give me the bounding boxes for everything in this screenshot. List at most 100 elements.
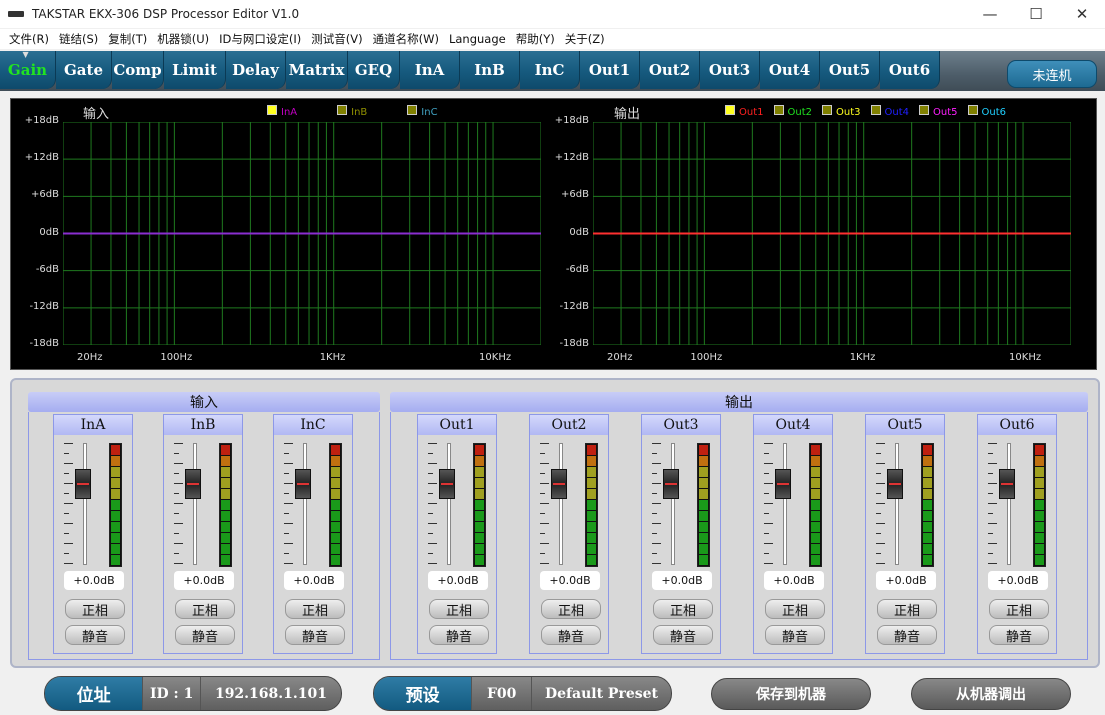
fader-track[interactable] bbox=[1007, 443, 1011, 565]
out-legend-item[interactable]: Out3 bbox=[822, 105, 861, 118]
phase-button[interactable]: 正相 bbox=[653, 599, 713, 619]
gain-value-field[interactable]: +0.0dB bbox=[284, 571, 344, 590]
gain-value-field[interactable]: +0.0dB bbox=[876, 571, 936, 590]
menu-help[interactable]: 帮助(Y) bbox=[511, 31, 560, 47]
fader-track[interactable] bbox=[447, 443, 451, 565]
out-legend-item[interactable]: Out1 bbox=[725, 105, 764, 118]
tab-inb[interactable]: InB bbox=[460, 51, 520, 89]
tab-matrix[interactable]: Matrix bbox=[286, 51, 348, 89]
menu-id-network[interactable]: ID与网口设定(I) bbox=[214, 31, 306, 47]
save-to-device-button[interactable]: 保存到机器 bbox=[711, 678, 871, 710]
mute-button[interactable]: 静音 bbox=[877, 625, 937, 645]
tab-limit[interactable]: Limit bbox=[164, 51, 226, 89]
tab-gain[interactable]: ▼ Gain bbox=[0, 50, 56, 89]
menu-copy[interactable]: 复制(T) bbox=[103, 31, 152, 47]
tab-ina[interactable]: InA bbox=[400, 51, 460, 89]
tab-inc[interactable]: InC bbox=[520, 51, 580, 89]
legend-checkbox[interactable] bbox=[773, 105, 784, 115]
in-legend-item[interactable]: InC bbox=[407, 105, 438, 118]
input-response-graph[interactable] bbox=[63, 122, 541, 345]
fader-track[interactable] bbox=[193, 443, 197, 565]
tab-delay[interactable]: Delay bbox=[226, 51, 286, 89]
gain-value-field[interactable]: +0.0dB bbox=[174, 571, 234, 590]
connect-button[interactable]: 未连机 bbox=[1007, 60, 1097, 88]
fader-knob[interactable] bbox=[887, 469, 903, 499]
tab-geq[interactable]: GEQ bbox=[348, 51, 400, 89]
menu-language[interactable]: Language bbox=[444, 32, 511, 46]
out-legend-item[interactable]: Out2 bbox=[773, 105, 812, 118]
fader-track[interactable] bbox=[559, 443, 563, 565]
gain-value-field[interactable]: +0.0dB bbox=[764, 571, 824, 590]
mute-button[interactable]: 静音 bbox=[989, 625, 1049, 645]
preset-code[interactable]: F00 bbox=[471, 677, 531, 710]
fader-knob[interactable] bbox=[75, 469, 91, 499]
fader-track[interactable] bbox=[83, 443, 87, 565]
fader-knob[interactable] bbox=[551, 469, 567, 499]
maximize-button[interactable]: ☐ bbox=[1013, 0, 1059, 28]
fader-knob[interactable] bbox=[295, 469, 311, 499]
fader-track[interactable] bbox=[895, 443, 899, 565]
mute-button[interactable]: 静音 bbox=[429, 625, 489, 645]
phase-button[interactable]: 正相 bbox=[541, 599, 601, 619]
gain-value-field[interactable]: +0.0dB bbox=[988, 571, 1048, 590]
legend-checkbox[interactable] bbox=[967, 105, 978, 115]
out-legend-item[interactable]: Out4 bbox=[870, 105, 909, 118]
phase-button[interactable]: 正相 bbox=[877, 599, 937, 619]
fader-track[interactable] bbox=[783, 443, 787, 565]
phase-button[interactable]: 正相 bbox=[175, 599, 235, 619]
preset-name[interactable]: Default Preset bbox=[530, 677, 671, 710]
mute-button[interactable]: 静音 bbox=[285, 625, 345, 645]
legend-checkbox[interactable] bbox=[822, 105, 832, 115]
tab-comp[interactable]: Comp bbox=[112, 51, 164, 89]
legend-checkbox[interactable] bbox=[725, 105, 735, 115]
menu-device-lock[interactable]: 机器锁(U) bbox=[152, 31, 214, 47]
in-legend-item[interactable]: InA bbox=[267, 105, 297, 118]
fader-knob[interactable] bbox=[999, 469, 1015, 499]
legend-label: Out3 bbox=[836, 107, 861, 118]
menu-file[interactable]: 文件(R) bbox=[4, 31, 54, 47]
legend-checkbox[interactable] bbox=[267, 105, 277, 115]
out-legend-item[interactable]: Out6 bbox=[967, 105, 1006, 118]
tab-out2[interactable]: Out2 bbox=[640, 51, 700, 89]
gain-value-field[interactable]: +0.0dB bbox=[652, 571, 712, 590]
output-response-graph[interactable] bbox=[593, 122, 1071, 345]
legend-checkbox[interactable] bbox=[337, 105, 348, 115]
tab-out1[interactable]: Out1 bbox=[580, 51, 640, 89]
gain-value-field[interactable]: +0.0dB bbox=[64, 571, 124, 590]
mute-button[interactable]: 静音 bbox=[765, 625, 825, 645]
tab-out6[interactable]: Out6 bbox=[880, 51, 940, 89]
fader-knob[interactable] bbox=[185, 469, 201, 499]
close-button[interactable]: ✕ bbox=[1059, 0, 1105, 28]
tab-out5[interactable]: Out5 bbox=[820, 51, 880, 89]
phase-button[interactable]: 正相 bbox=[429, 599, 489, 619]
legend-checkbox[interactable] bbox=[870, 105, 881, 115]
fader-track[interactable] bbox=[671, 443, 675, 565]
menu-about[interactable]: 关于(Z) bbox=[560, 31, 610, 47]
tab-out3[interactable]: Out3 bbox=[700, 51, 760, 89]
menu-channel-names[interactable]: 通道名称(W) bbox=[368, 31, 444, 47]
load-from-device-button[interactable]: 从机器调出 bbox=[911, 678, 1071, 710]
mute-button[interactable]: 静音 bbox=[541, 625, 601, 645]
gain-value-field[interactable]: +0.0dB bbox=[428, 571, 488, 590]
phase-button[interactable]: 正相 bbox=[989, 599, 1049, 619]
phase-button[interactable]: 正相 bbox=[65, 599, 125, 619]
menu-test-tone[interactable]: 测试音(V) bbox=[306, 31, 367, 47]
mute-button[interactable]: 静音 bbox=[65, 625, 125, 645]
mute-button[interactable]: 静音 bbox=[653, 625, 713, 645]
menu-link[interactable]: 链结(S) bbox=[54, 31, 103, 47]
tab-gate[interactable]: Gate bbox=[56, 51, 112, 89]
phase-button[interactable]: 正相 bbox=[765, 599, 825, 619]
phase-button[interactable]: 正相 bbox=[285, 599, 345, 619]
fader-track[interactable] bbox=[303, 443, 307, 565]
minimize-button[interactable]: — bbox=[967, 0, 1013, 28]
tab-out4[interactable]: Out4 bbox=[760, 51, 820, 89]
legend-checkbox[interactable] bbox=[919, 105, 929, 115]
fader-knob[interactable] bbox=[439, 469, 455, 499]
fader-knob[interactable] bbox=[663, 469, 679, 499]
fader-knob[interactable] bbox=[775, 469, 791, 499]
mute-button[interactable]: 静音 bbox=[175, 625, 235, 645]
legend-checkbox[interactable] bbox=[407, 105, 418, 115]
out-legend-item[interactable]: Out5 bbox=[919, 105, 958, 118]
in-legend-item[interactable]: InB bbox=[337, 105, 367, 118]
gain-value-field[interactable]: +0.0dB bbox=[540, 571, 600, 590]
